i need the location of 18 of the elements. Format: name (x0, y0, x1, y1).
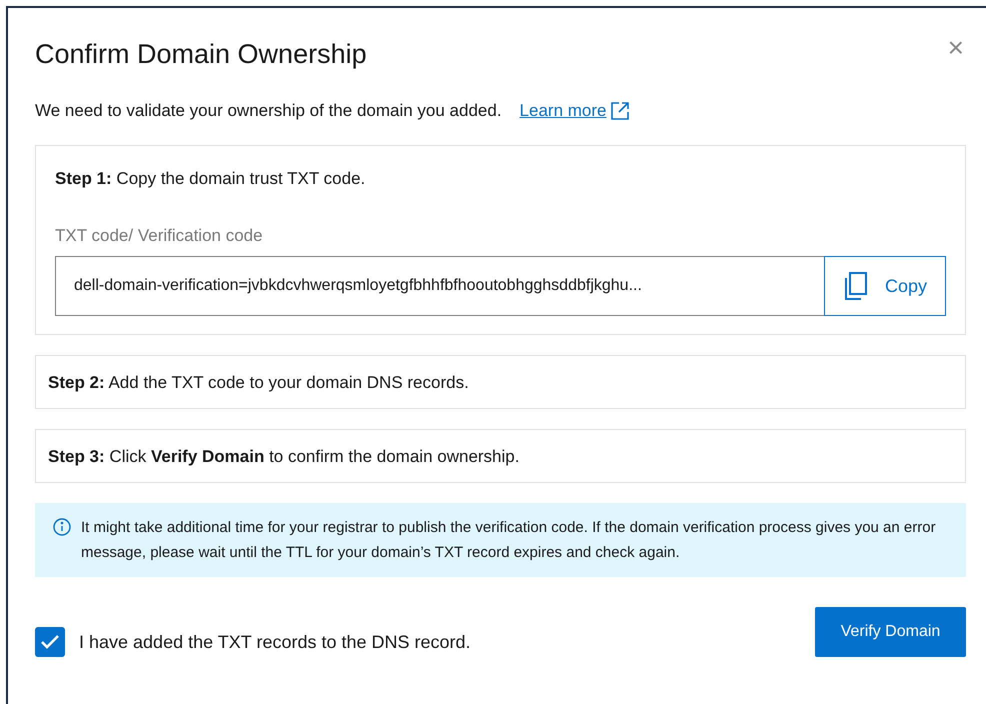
confirm-checkbox[interactable] (35, 627, 65, 658)
learn-more-link[interactable]: Learn more (520, 98, 606, 124)
step-text: Step 2: Add the TXT code to your domain DNS records. (48, 372, 469, 394)
checkmark-icon (40, 634, 60, 650)
code-field[interactable]: dell-domain-verification=jvbkdcvhwerqsmloyetgfbhhfbfhooutobhgghsddbfjkghu... (55, 256, 824, 316)
copy-button[interactable]: Copy (824, 256, 946, 316)
step-text: Step 1: Copy the domain trust TXT code. (55, 168, 366, 190)
step-text: Step 3: Click Verify Domain to confirm the domain ownership. (48, 446, 520, 468)
checkbox-label: I have added the TXT records to the DNS record. (79, 630, 471, 654)
close-button[interactable]: × (948, 34, 964, 62)
intro-text: We need to validate your ownership of the domain you added. (35, 100, 502, 122)
field-label: TXT code/ Verification code (55, 224, 264, 247)
info-icon (53, 518, 71, 536)
info-text: It might take additional time for your registrar to publish the verification code. If the domain verification process gives you an error message, please wait until the TTL for your domain’s TXT record expires and check again. (81, 518, 937, 564)
verify-domain-button[interactable]: Verify Domain (815, 607, 966, 658)
external-link-icon (610, 100, 630, 120)
copy-icon (842, 272, 867, 300)
dialog-title: Confirm Domain Ownership (35, 38, 367, 71)
